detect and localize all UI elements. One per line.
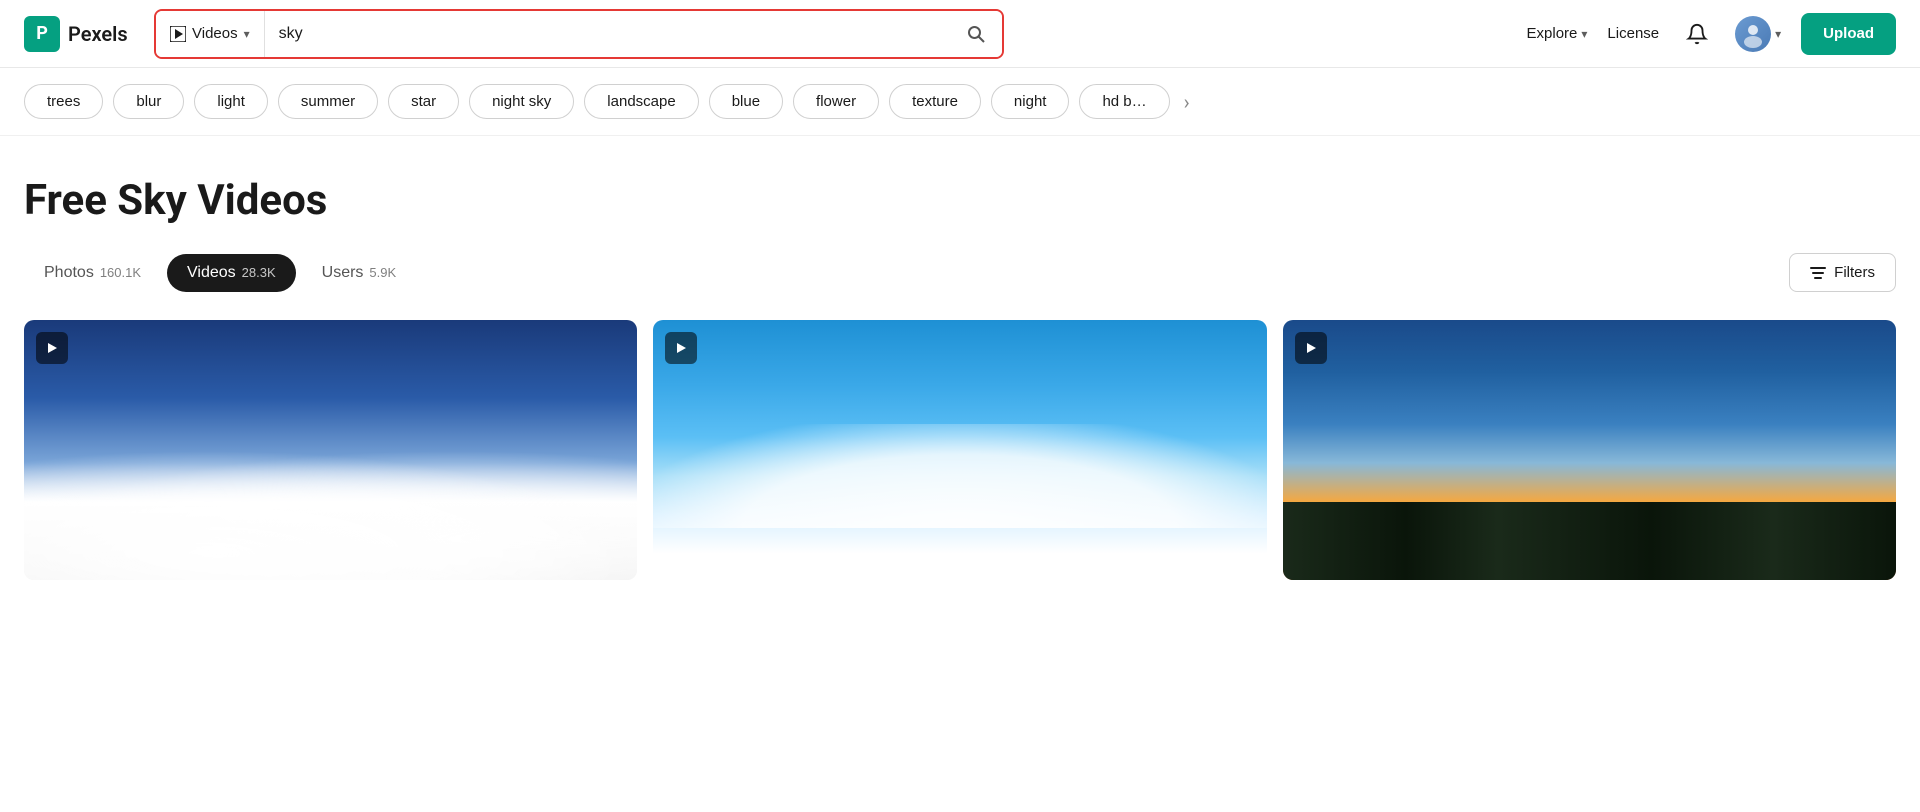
video-thumbnail-1 [24, 320, 637, 580]
avatar [1735, 16, 1771, 52]
license-button[interactable]: License [1607, 25, 1659, 42]
video-type-icon [170, 26, 186, 42]
page-title: Free Sky Videos [24, 176, 1896, 225]
play-button-1[interactable] [36, 332, 68, 364]
play-button-2[interactable] [665, 332, 697, 364]
video-thumbnail-3 [1283, 320, 1896, 580]
search-icon [966, 24, 986, 44]
video-card-1[interactable] [24, 320, 637, 580]
avatar-icon [1739, 20, 1767, 48]
tag-night-sky[interactable]: night sky [469, 84, 574, 119]
search-input[interactable] [265, 11, 950, 57]
search-bar: Videos ▾ [154, 9, 1004, 59]
tags-row: trees blur light summer star night sky l… [0, 68, 1920, 136]
search-type-label: Videos [192, 25, 238, 42]
search-submit-button[interactable] [950, 11, 1002, 57]
tag-landscape[interactable]: landscape [584, 84, 698, 119]
search-type-button[interactable]: Videos ▾ [156, 11, 265, 57]
tags-more-icon[interactable]: › [1180, 90, 1194, 114]
tag-texture[interactable]: texture [889, 84, 981, 119]
video-grid [24, 320, 1896, 580]
tab-videos[interactable]: Videos 28.3K [167, 254, 296, 292]
filters-button[interactable]: Filters [1789, 253, 1896, 292]
video-thumbnail-2 [653, 320, 1266, 580]
filter-lines-icon [1810, 267, 1826, 279]
header: P Pexels Videos ▾ Explore ▾ License [0, 0, 1920, 68]
filter-tabs-row: Photos 160.1K Videos 28.3K Users 5.9K Fi… [24, 253, 1896, 292]
filters-label: Filters [1834, 264, 1875, 281]
tag-blue[interactable]: blue [709, 84, 783, 119]
tag-night[interactable]: night [991, 84, 1070, 119]
tab-photos-label: Photos [44, 264, 94, 282]
tag-hd-b[interactable]: hd b… [1079, 84, 1169, 119]
user-avatar-area[interactable]: ▾ [1735, 16, 1781, 52]
play-icon-2 [675, 342, 687, 354]
tag-flower[interactable]: flower [793, 84, 879, 119]
explore-button[interactable]: Explore ▾ [1527, 25, 1588, 42]
search-type-chevron-icon: ▾ [244, 27, 250, 41]
explore-chevron-icon: ▾ [1581, 27, 1587, 41]
upload-button[interactable]: Upload [1801, 13, 1896, 55]
tab-photos-count: 160.1K [100, 265, 141, 280]
tag-star[interactable]: star [388, 84, 459, 119]
play-button-3[interactable] [1295, 332, 1327, 364]
tag-light[interactable]: light [194, 84, 268, 119]
tag-trees[interactable]: trees [24, 84, 103, 119]
tab-users-count: 5.9K [369, 265, 396, 280]
tab-videos-label: Videos [187, 264, 236, 282]
logo-icon: P [24, 16, 60, 52]
tab-photos[interactable]: Photos 160.1K [24, 254, 161, 292]
logo-link[interactable]: P Pexels [24, 16, 134, 52]
user-chevron-icon: ▾ [1775, 27, 1781, 41]
header-nav: Explore ▾ License ▾ Upload [1527, 13, 1896, 55]
bell-icon [1686, 23, 1708, 45]
play-icon-3 [1305, 342, 1317, 354]
video-card-2[interactable] [653, 320, 1266, 580]
tag-blur[interactable]: blur [113, 84, 184, 119]
tabs-group: Photos 160.1K Videos 28.3K Users 5.9K [24, 254, 416, 292]
tab-videos-count: 28.3K [242, 265, 276, 280]
tag-summer[interactable]: summer [278, 84, 378, 119]
notifications-button[interactable] [1679, 16, 1715, 52]
logo-text: Pexels [68, 22, 128, 46]
main-content: Free Sky Videos Photos 160.1K Videos 28.… [0, 136, 1920, 604]
play-icon-1 [46, 342, 58, 354]
tab-users-label: Users [322, 264, 364, 282]
video-card-3[interactable] [1283, 320, 1896, 580]
tab-users[interactable]: Users 5.9K [302, 254, 417, 292]
